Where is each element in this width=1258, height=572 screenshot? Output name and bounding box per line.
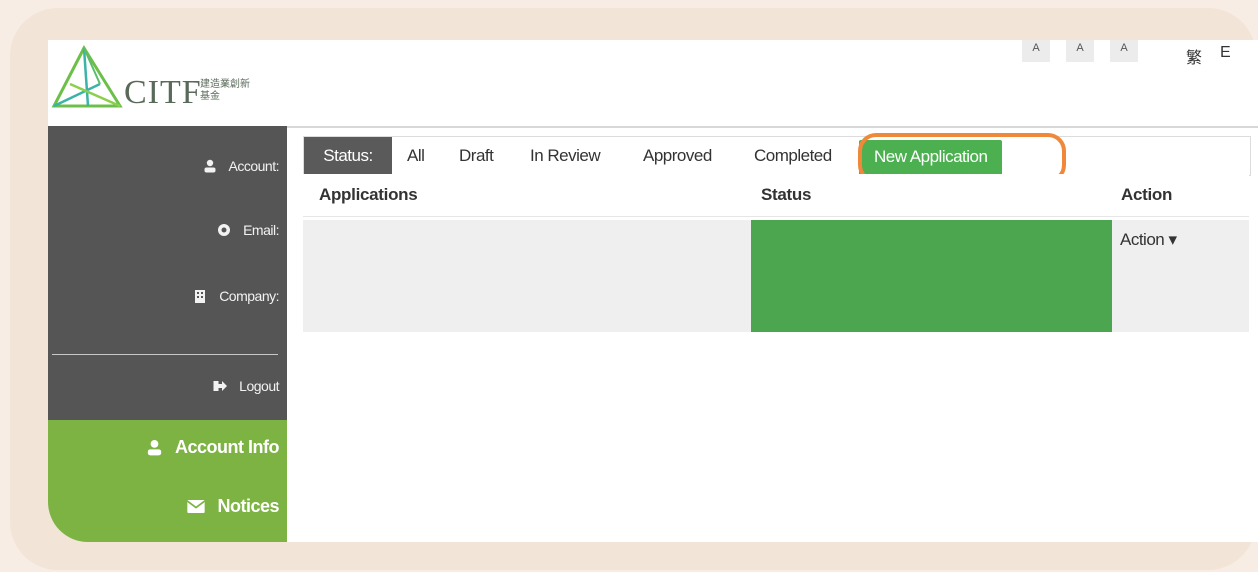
lang-traditional-chinese[interactable]: 繁: [1186, 44, 1202, 68]
sidebar-account: Account:: [203, 158, 280, 174]
font-size-medium-button[interactable]: A: [1066, 40, 1094, 62]
tab-all[interactable]: All: [407, 137, 425, 175]
citf-logo[interactable]: CITF 建造業創新基金: [48, 44, 278, 118]
sidebar-account-label: Account:: [228, 158, 280, 174]
tab-approved[interactable]: Approved: [643, 137, 712, 175]
table-row: Action ▾: [303, 220, 1249, 332]
font-size-large-button[interactable]: A: [1110, 40, 1138, 62]
sidebar-item-account-info-label: Account Info: [175, 437, 280, 457]
column-header-status: Status: [761, 185, 812, 204]
tab-completed[interactable]: Completed: [754, 137, 832, 175]
table-header: Applications Status Action: [303, 174, 1249, 217]
status-filter-label: Status:: [304, 137, 392, 175]
logo-chinese-text: 建造業創新基金: [200, 79, 250, 102]
status-tab-bar: Status: All Draft In Review Approved Com…: [303, 133, 1251, 183]
action-dropdown[interactable]: Action ▾: [1120, 230, 1177, 250]
at-icon: [218, 224, 231, 236]
logo-pyramid-icon: [51, 44, 123, 108]
column-header-action: Action: [1121, 185, 1173, 204]
user-icon: [204, 159, 216, 173]
sidebar-item-account-info[interactable]: Account Info: [146, 437, 280, 458]
tab-draft[interactable]: Draft: [459, 137, 494, 175]
sidebar-email-label: Email:: [243, 222, 279, 238]
user-icon: [147, 439, 162, 456]
logo-text: CITF: [124, 74, 202, 111]
building-icon: [195, 290, 206, 303]
logout-label: Logout: [239, 378, 279, 394]
column-header-applications: Applications: [319, 185, 418, 204]
sidebar-email: Email:: [217, 222, 279, 238]
sidebar-divider: [52, 354, 278, 355]
sidebar-company: Company:: [193, 288, 279, 304]
tab-in-review[interactable]: In Review: [530, 137, 601, 175]
logout-icon: [213, 381, 228, 391]
sidebar-company-label: Company:: [219, 288, 279, 304]
sidebar: Account: Email: Company: Logout Account …: [48, 126, 287, 542]
envelope-icon: [187, 500, 206, 513]
logout-button[interactable]: Logout: [213, 378, 279, 394]
main-content: Status: All Draft In Review Approved Com…: [287, 126, 1258, 542]
font-size-small-button[interactable]: A: [1022, 40, 1050, 62]
sidebar-item-notices[interactable]: Notices: [187, 496, 279, 517]
sidebar-item-notices-label: Notices: [217, 496, 279, 516]
app-window: CITF 建造業創新基金 A A A 繁 E Account: Email: C…: [48, 40, 1258, 542]
lang-english[interactable]: E: [1220, 44, 1231, 62]
status-cell: [751, 220, 1112, 332]
